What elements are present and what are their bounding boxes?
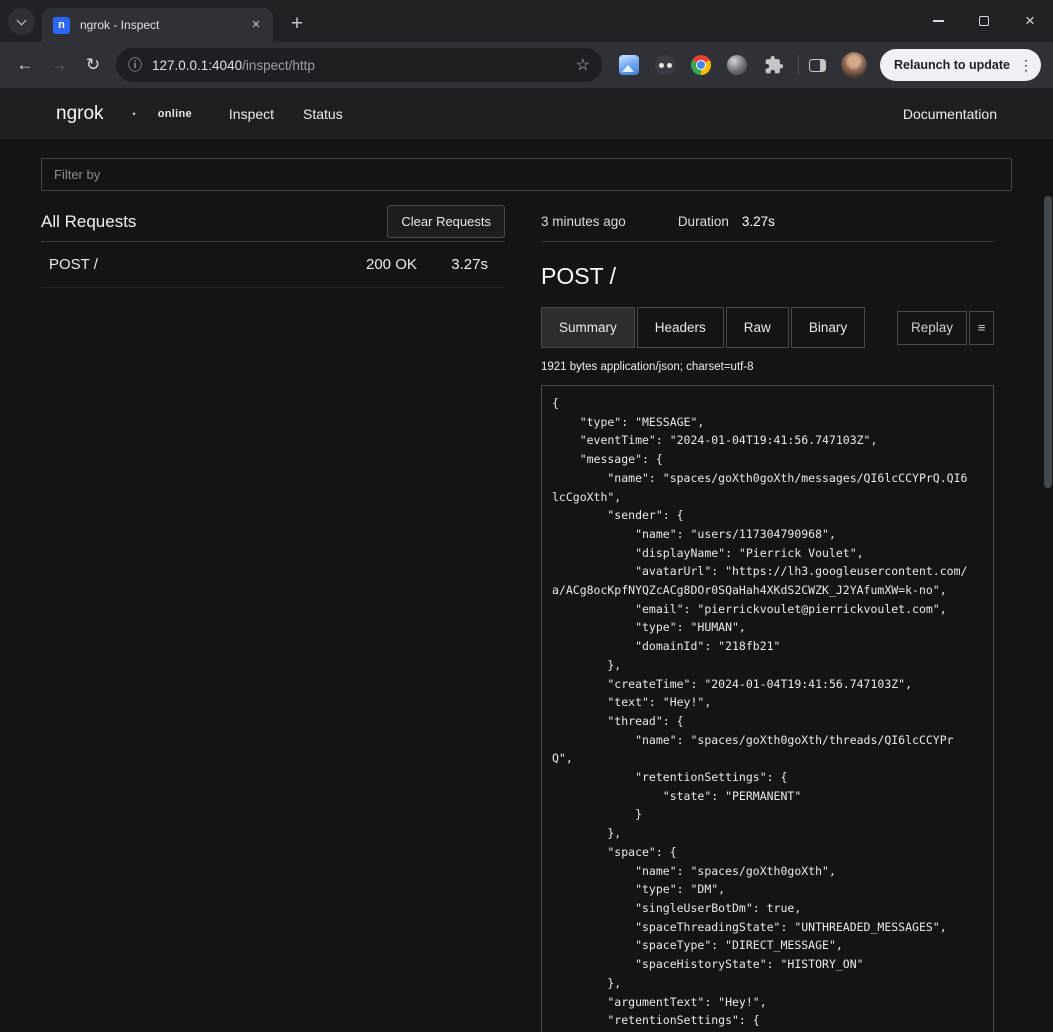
ngrok-header: ngrok • online Inspect Status Documentat… [0, 88, 1053, 139]
extension-icons [619, 55, 784, 76]
maximize-icon [979, 16, 989, 26]
request-meta-row: 3 minutes ago Duration 3.27s [541, 202, 994, 242]
body-content-meta: 1921 bytes application/json; charset=utf… [541, 361, 994, 373]
relaunch-label: Relaunch to update [894, 58, 1010, 72]
forward-icon: → [51, 55, 68, 75]
page-content: All Requests Clear Requests POST / 200 O… [0, 139, 1053, 1032]
new-tab-button[interactable]: + [283, 10, 311, 38]
request-list-item[interactable]: POST / 200 OK 3.27s [41, 242, 505, 288]
tab-search-button[interactable] [8, 8, 35, 35]
minimize-icon [933, 20, 944, 22]
browser-menu-kebab-icon[interactable]: ⋮ [1018, 57, 1034, 74]
request-body-box[interactable]: { "type": "MESSAGE", "eventTime": "2024-… [541, 385, 994, 1032]
tab-close-icon[interactable]: × [247, 16, 265, 34]
window-controls: × [915, 0, 1053, 42]
browser-window: n ngrok - Inspect × + × ← → ↻ ⓘ 127.0.0.… [0, 0, 1053, 1032]
url-path: /inspect/http [242, 58, 315, 73]
request-time-ago: 3 minutes ago [541, 214, 626, 229]
nav-status[interactable]: Status [303, 106, 343, 122]
ngrok-favicon: n [53, 17, 70, 34]
extensions-puzzle-icon[interactable] [763, 55, 784, 76]
ngrok-inspect-page: ngrok • online Inspect Status Documentat… [0, 88, 1053, 1032]
detail-tabs-row: Summary Headers Raw Binary Replay ≡ [541, 307, 994, 348]
ngrok-logo[interactable]: ngrok [56, 103, 104, 125]
url-host: 127.0.0.1:4040 [152, 58, 242, 73]
replay-menu-icon: ≡ [978, 320, 986, 335]
requests-panel-header: All Requests Clear Requests [41, 202, 505, 242]
browser-tab[interactable]: n ngrok - Inspect × [42, 8, 273, 42]
status-dot: • [133, 109, 136, 119]
relaunch-to-update-button[interactable]: Relaunch to update ⋮ [880, 49, 1041, 81]
close-window-button[interactable]: × [1007, 0, 1053, 42]
replay-menu-button[interactable]: ≡ [969, 311, 994, 345]
request-status: 200 OK [366, 256, 440, 273]
request-detail-title: POST / [541, 263, 994, 290]
maximize-button[interactable] [961, 0, 1007, 42]
minimize-button[interactable] [915, 0, 961, 42]
bookmark-star-icon[interactable]: ☆ [576, 55, 590, 75]
tab-strip: n ngrok - Inspect × + × [0, 0, 1053, 42]
glasses-extension-icon[interactable] [655, 55, 675, 75]
requests-panel: All Requests Clear Requests POST / 200 O… [41, 202, 505, 1032]
url-text[interactable]: 127.0.0.1:4040/inspect/http [152, 58, 576, 73]
all-requests-title: All Requests [41, 212, 136, 232]
profile-avatar[interactable] [841, 52, 867, 78]
replay-split-button: Replay ≡ [897, 311, 994, 345]
puzzle-icon [764, 55, 784, 75]
filter-input[interactable] [41, 158, 1012, 191]
request-method-path: POST / [49, 256, 366, 273]
duration-label: Duration [678, 214, 729, 229]
nav-inspect[interactable]: Inspect [229, 106, 274, 122]
back-button[interactable]: ← [8, 48, 42, 82]
tab-binary[interactable]: Binary [791, 307, 865, 348]
tab-summary[interactable]: Summary [541, 307, 635, 348]
clear-requests-button[interactable]: Clear Requests [387, 205, 505, 238]
request-duration: 3.27s [440, 256, 488, 273]
sphere-extension-icon[interactable] [727, 55, 747, 75]
reload-button[interactable]: ↻ [76, 48, 110, 82]
reload-icon: ↻ [86, 55, 100, 75]
request-body-json: { "type": "MESSAGE", "eventTime": "2024-… [552, 394, 983, 1030]
chevron-down-icon [17, 15, 27, 25]
toolbar-separator [798, 55, 799, 75]
duration-value: 3.27s [742, 214, 775, 229]
page-scrollbar-thumb[interactable] [1044, 196, 1052, 488]
image-extension-icon[interactable] [619, 55, 639, 75]
forward-button[interactable]: → [42, 48, 76, 82]
address-bar[interactable]: ⓘ 127.0.0.1:4040/inspect/http ☆ [116, 48, 602, 82]
chrome-icon[interactable] [691, 55, 711, 75]
site-info-icon[interactable]: ⓘ [128, 55, 142, 75]
tab-title: ngrok - Inspect [80, 18, 247, 32]
status-online-label: online [158, 108, 192, 120]
tab-headers[interactable]: Headers [637, 307, 724, 348]
side-panel-icon[interactable] [809, 59, 826, 72]
browser-toolbar: ← → ↻ ⓘ 127.0.0.1:4040/inspect/http ☆ Re… [0, 42, 1053, 88]
nav-documentation[interactable]: Documentation [903, 106, 997, 122]
request-detail-panel: 3 minutes ago Duration 3.27s POST / Summ… [541, 202, 994, 1032]
replay-button[interactable]: Replay [897, 311, 967, 345]
tab-raw[interactable]: Raw [726, 307, 789, 348]
back-icon: ← [17, 55, 34, 75]
